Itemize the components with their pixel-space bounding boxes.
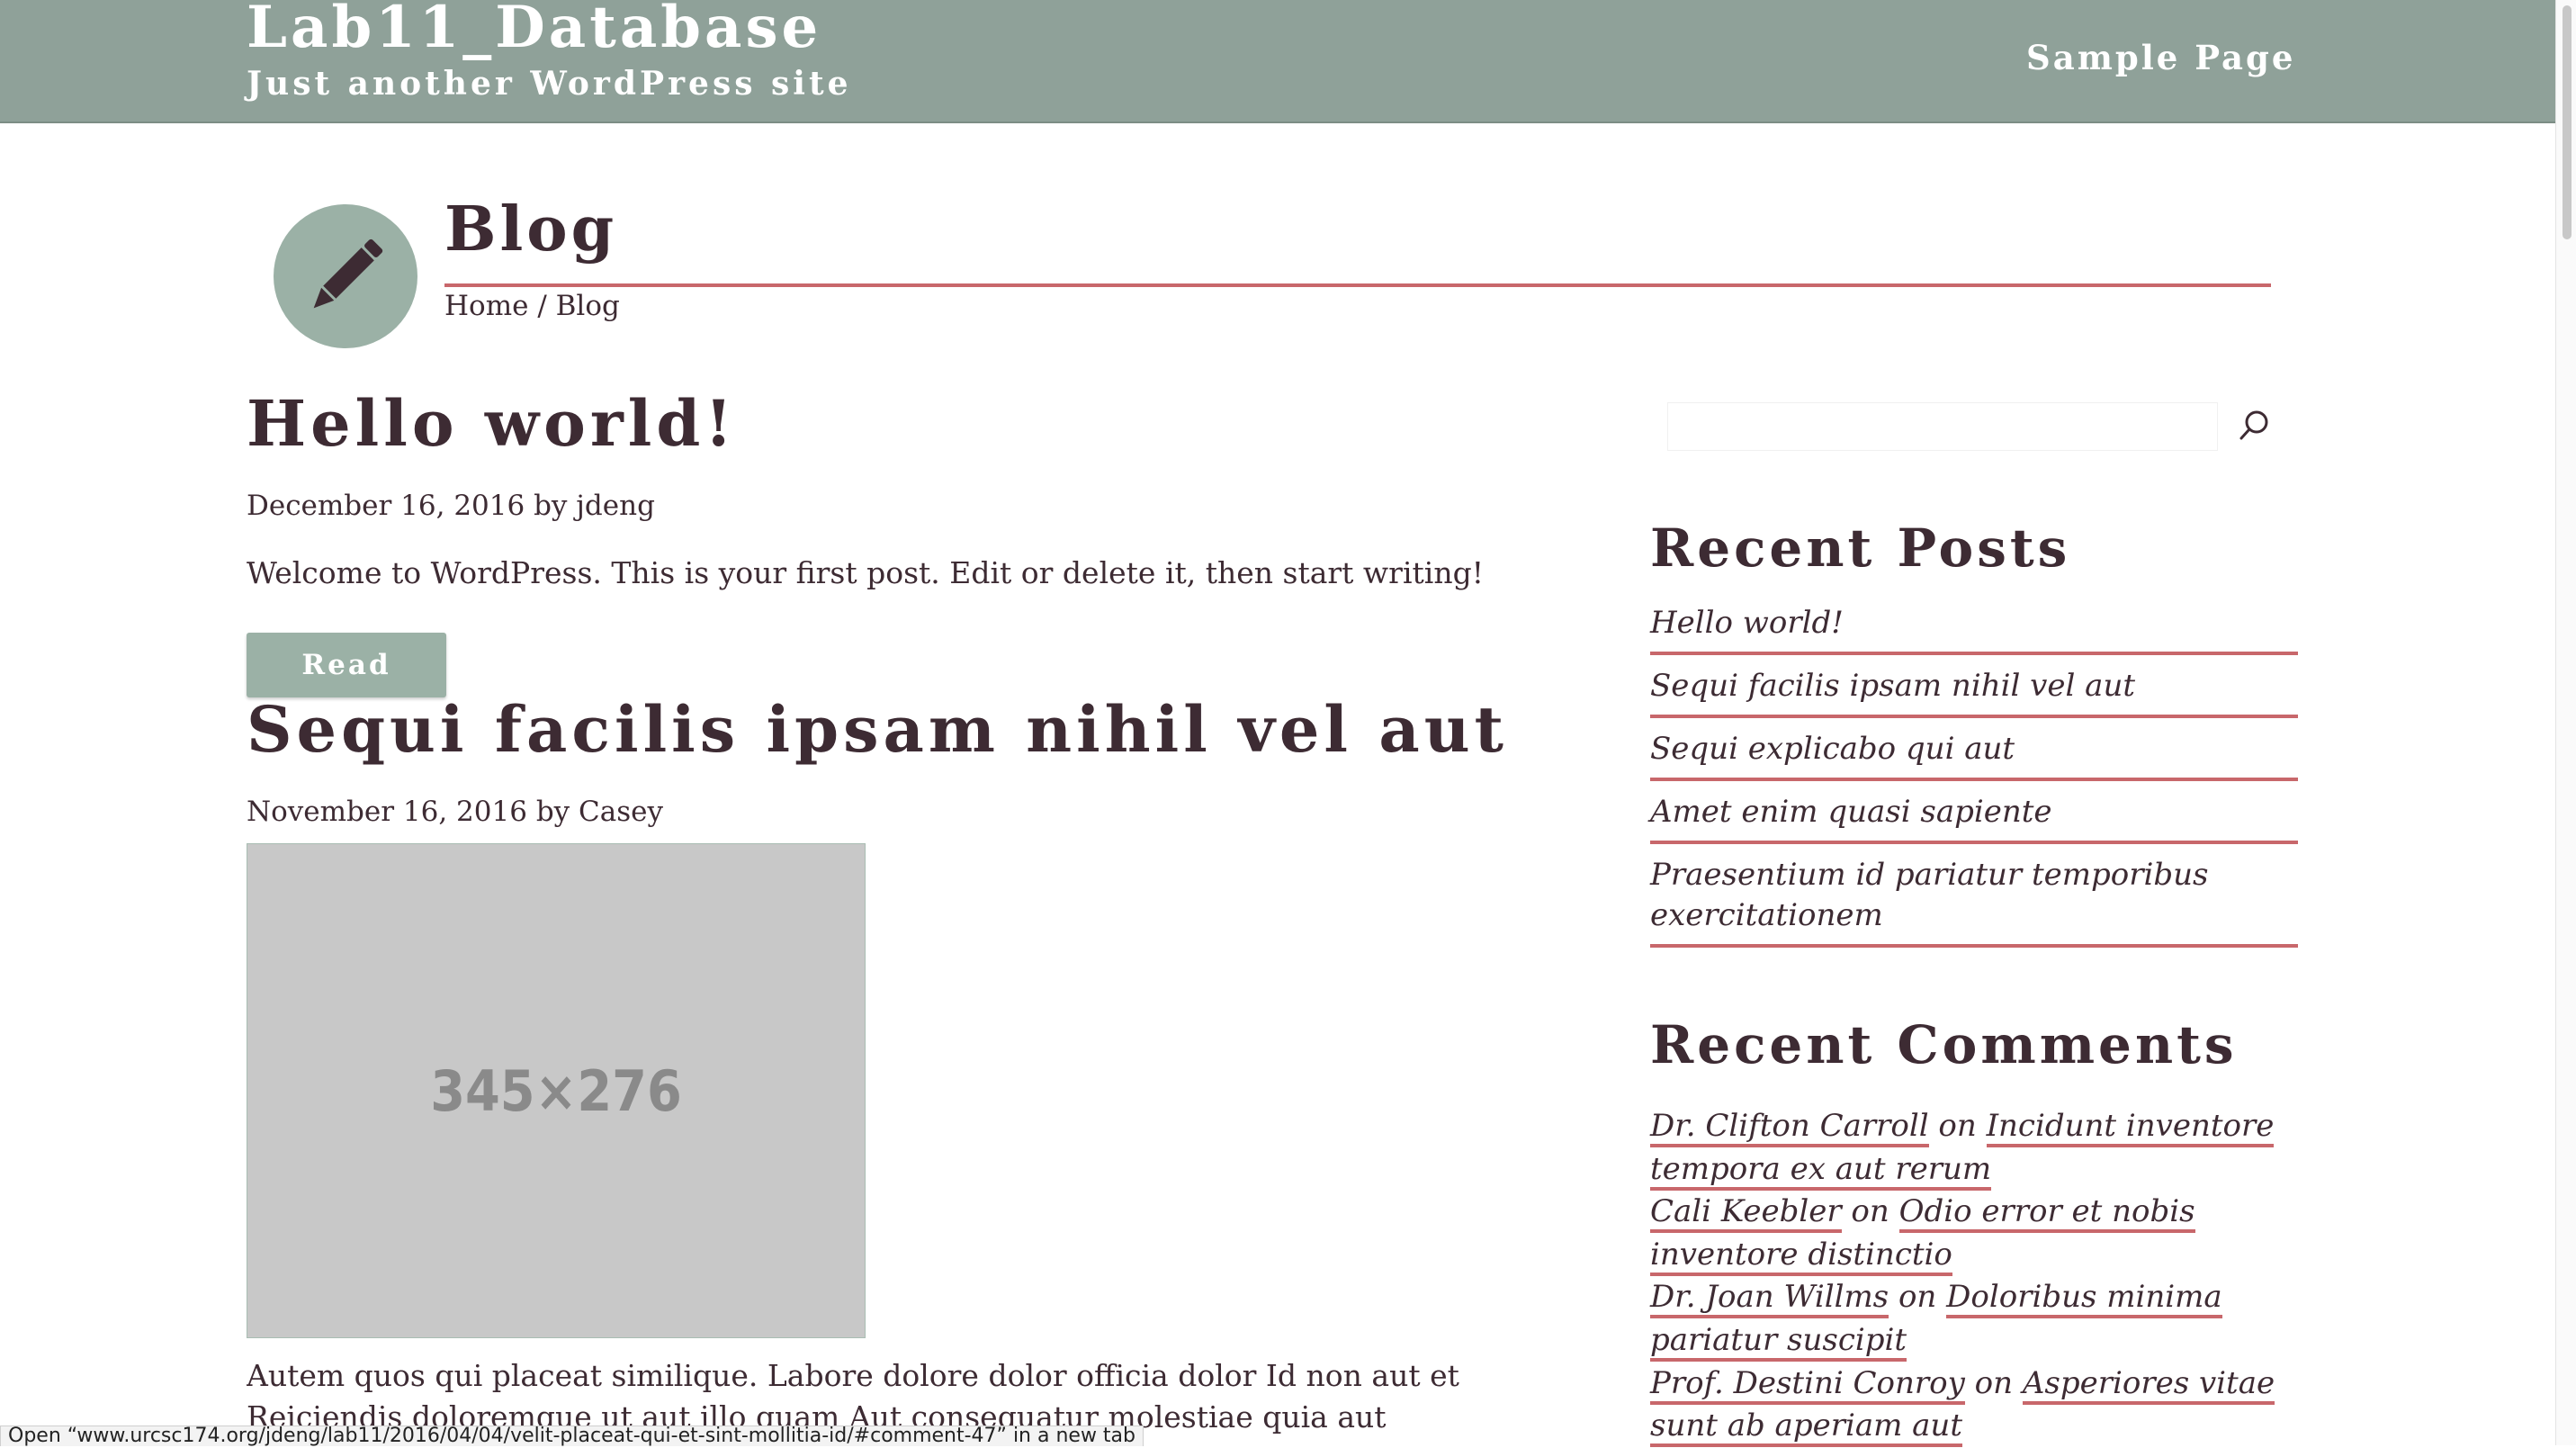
browser-status-bar: Open “www.urcsc174.org/jdeng/lab11/2016/… (0, 1426, 1144, 1446)
page-title: Blog (444, 193, 618, 265)
post-meta: December 16, 2016 by jdeng (247, 490, 655, 522)
scrollbar-thumb[interactable] (2563, 5, 2572, 239)
list-item: Sequi facilis ipsam nihil vel aut (1650, 666, 2298, 718)
list-item: Dr. Clifton Carroll on Incidunt inventor… (1650, 1105, 2307, 1191)
comment-author-link[interactable]: Dr. Clifton Carroll (1650, 1108, 1929, 1147)
recent-post-link[interactable]: Praesentium id pariatur temporibus exerc… (1650, 857, 2208, 934)
site-tagline: Just another WordPress site (247, 65, 852, 103)
post-author[interactable]: Casey (579, 796, 663, 828)
post-meta: November 16, 2016 by Casey (247, 796, 663, 828)
title-divider (444, 283, 2271, 287)
post-by: by (535, 796, 570, 828)
post-date[interactable]: December 16, 2016 (247, 490, 525, 522)
pencil-icon (313, 238, 383, 309)
list-item: Sequi explicabo qui aut (1650, 729, 2298, 781)
post-featured-image[interactable]: 345×276 (247, 843, 866, 1338)
image-size-label: 345×276 (430, 1057, 682, 1124)
post-title[interactable]: Sequi facilis ipsam nihil vel aut (247, 695, 1508, 764)
breadcrumb-separator: / (537, 290, 547, 322)
search-input[interactable] (1667, 402, 2218, 451)
comment-on-word: on (1898, 1279, 1937, 1316)
list-item: Dr. Joan Willms on Doloribus minima pari… (1650, 1276, 2307, 1362)
comment-on-word: on (1938, 1108, 1977, 1144)
site-header: Lab11_Database Just another WordPress si… (0, 0, 2555, 123)
comment-author-link[interactable]: Cali Keebler (1650, 1193, 1842, 1234)
search-button[interactable] (2231, 402, 2276, 451)
list-item: Prof. Destini Conroy on Asperiores vitae… (1650, 1363, 2307, 1448)
page-icon-badge (274, 204, 417, 348)
list-item: Amet enim quasi sapiente (1650, 792, 2298, 844)
post-title[interactable]: Hello world! (247, 389, 737, 458)
recent-post-link[interactable]: Sequi facilis ipsam nihil vel aut (1650, 668, 2135, 704)
list-item: Cali Keebler on Odio error et nobis inve… (1650, 1191, 2307, 1276)
nav-sample-page-link[interactable]: Sample Page (2026, 38, 2295, 77)
recent-post-link[interactable]: Hello world! (1650, 605, 1844, 641)
read-more-button[interactable]: Read More.. (247, 633, 446, 746)
recent-post-link[interactable]: Sequi explicabo qui aut (1650, 731, 2015, 767)
vertical-scrollbar[interactable] (2555, 0, 2576, 1445)
breadcrumb: Home / Blog (444, 290, 620, 322)
breadcrumb-home-link[interactable]: Home (444, 290, 528, 322)
post-author[interactable]: jdeng (576, 490, 655, 522)
search-icon (2239, 410, 2268, 440)
recent-comments-title: Recent Comments (1650, 1014, 2238, 1075)
breadcrumb-current: Blog (555, 290, 620, 322)
recent-posts-title: Recent Posts (1650, 517, 2071, 579)
site-title[interactable]: Lab11_Database (247, 0, 821, 59)
recent-posts-list: Hello world! Sequi facilis ipsam nihil v… (1650, 603, 2298, 958)
post-excerpt: Welcome to WordPress. This is your first… (247, 555, 1484, 590)
list-item: Hello world! (1650, 603, 2298, 655)
list-item: Praesentium id pariatur temporibus exerc… (1650, 855, 2298, 949)
recent-post-link[interactable]: Amet enim quasi sapiente (1650, 794, 2052, 830)
comment-on-word: on (1851, 1193, 1889, 1230)
comment-author-link[interactable]: Dr. Joan Willms (1650, 1279, 1889, 1319)
comment-on-word: on (1974, 1364, 2014, 1401)
post-date[interactable]: November 16, 2016 (247, 796, 527, 828)
recent-comments-list: Dr. Clifton Carroll on Incidunt inventor… (1650, 1105, 2307, 1448)
comment-author-link[interactable]: Prof. Destini Conroy (1650, 1364, 1965, 1405)
post-by: by (534, 490, 568, 522)
